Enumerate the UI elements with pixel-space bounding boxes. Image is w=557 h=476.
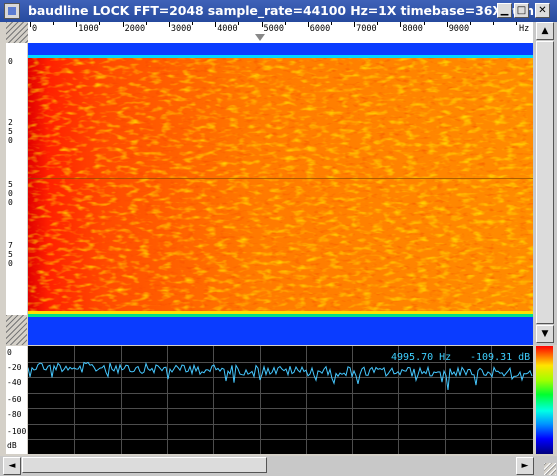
spectrum-canvas [27, 346, 533, 454]
freq-minor-tick [192, 22, 194, 25]
freq-tick-label: 7000 [356, 24, 377, 34]
freq-minor-tick [53, 22, 55, 25]
time-ruler[interactable]: 02 5 05 0 07 5 0ms [6, 43, 27, 344]
freq-minor-tick [400, 22, 402, 25]
db-axis: 0 -20 -40 -60 -80 -100 dB [6, 346, 27, 454]
freq-minor-tick [76, 22, 78, 25]
close-button[interactable]: ✕ [535, 3, 550, 18]
horizontal-scrollbar[interactable]: ◄ ► [0, 456, 557, 476]
vertical-scrollbar[interactable]: ▲ ▼ [533, 22, 557, 345]
spectrum-trace [27, 361, 533, 390]
db-tick-label: -60 [7, 395, 22, 404]
freq-minor-tick [145, 22, 147, 25]
scroll-right-button[interactable]: ► [516, 457, 534, 475]
vertical-scroll-thumb[interactable] [536, 41, 554, 324]
freq-minor-tick [215, 22, 217, 25]
resize-grip[interactable] [544, 463, 556, 475]
db-tick-label: -40 [7, 378, 22, 387]
freq-minor-tick [423, 22, 425, 25]
window-title: baudline LOCK FFT=2048 sample_rate=44100… [28, 3, 534, 18]
spectrum-grid [28, 346, 533, 454]
freq-tick-label: 8000 [402, 24, 423, 34]
title-bar[interactable]: baudline LOCK FFT=2048 sample_rate=44100… [0, 0, 557, 22]
freq-tick-label: 9000 [448, 24, 470, 34]
freq-minor-tick [238, 22, 240, 25]
time-tick-label: 2 5 0 [8, 118, 13, 145]
freq-minor-tick [261, 22, 263, 25]
freq-minor-tick [284, 22, 286, 25]
freq-tick-label: 3000 [170, 24, 192, 34]
freq-tick-label: Hz [519, 24, 530, 34]
freq-minor-tick [377, 22, 379, 25]
db-tick-label: -20 [7, 363, 22, 372]
scroll-left-button[interactable]: ◄ [3, 457, 21, 475]
horizontal-scroll-thumb[interactable] [22, 457, 267, 473]
scroll-up-button[interactable]: ▲ [536, 22, 554, 40]
time-tick-label: 5 0 0 [8, 180, 13, 207]
cursor-db-readout: -109.31 dB [470, 352, 531, 363]
freq-tick-label: 1000 [78, 24, 99, 34]
freq-minor-tick [307, 22, 309, 25]
freq-minor-tick [99, 22, 101, 25]
scroll-down-button[interactable]: ▼ [536, 325, 554, 343]
freq-minor-tick [493, 22, 494, 25]
maximize-button[interactable]: □ [514, 3, 529, 18]
app-menu-icon[interactable] [4, 3, 20, 19]
freq-minor-tick [354, 22, 356, 25]
frequency-cursor-marker[interactable] [255, 34, 265, 41]
spectrogram-canvas [28, 43, 533, 345]
freq-minor-tick [168, 22, 170, 25]
freq-minor-tick [469, 22, 471, 25]
db-tick-label: 0 [7, 348, 12, 357]
color-scale-bar [536, 346, 553, 454]
freq-minor-tick [516, 22, 518, 25]
time-ruler-hatch [6, 315, 27, 345]
frequency-ruler[interactable]: 0 1000 2000 3000 4000 5000 6000 7000 8000 9000 Hz [28, 22, 533, 43]
db-tick-label: dB [7, 441, 17, 450]
time-tick-label: 7 5 0 [8, 241, 13, 268]
freq-tick-label: 2000 [124, 24, 146, 34]
baudline-window: baudline LOCK FFT=2048 sample_rate=44100… [0, 0, 557, 476]
freq-tick-label: 0 [32, 24, 38, 34]
time-tick-label: 0 [8, 57, 13, 66]
minimize-button[interactable]: ▁ [497, 3, 512, 18]
corner-hatch [6, 22, 28, 43]
freq-minor-tick [122, 22, 124, 25]
freq-tick-label: 6000 [309, 24, 331, 34]
db-tick-label: -100 [7, 427, 27, 436]
freq-minor-tick [330, 22, 332, 25]
db-tick-label: -80 [7, 410, 22, 419]
freq-minor-tick [446, 22, 448, 25]
cursor-frequency-readout: 4995.70 Hz [391, 352, 452, 363]
spectrogram-display[interactable] [28, 43, 533, 345]
freq-tick-label: 4000 [217, 24, 238, 34]
freq-minor-tick [30, 22, 31, 25]
spectrum-display[interactable] [27, 346, 533, 454]
freq-tick-label: 5000 [263, 24, 284, 34]
